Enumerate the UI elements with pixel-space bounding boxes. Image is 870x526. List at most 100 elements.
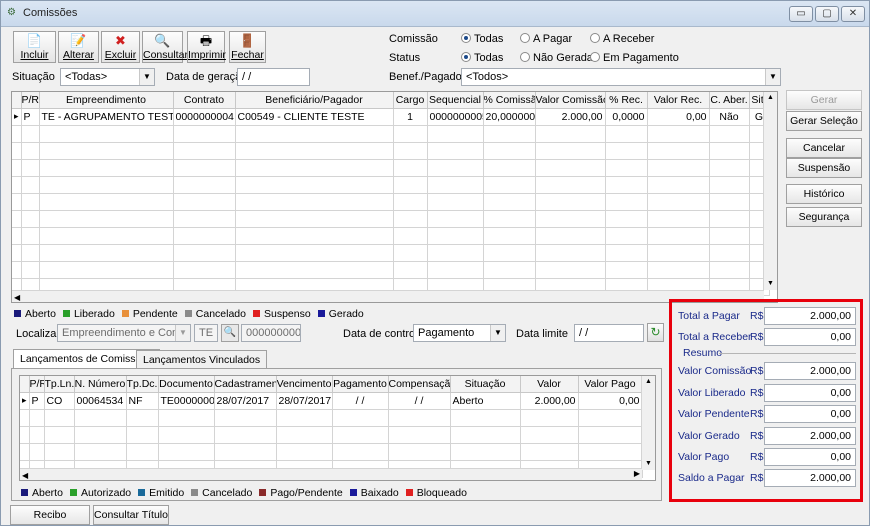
search-icon[interactable]: 🔍	[221, 324, 239, 342]
seguranca-button[interactable]: Segurança	[786, 207, 862, 227]
table-cell[interactable]: TE000000004	[158, 392, 215, 410]
chevron-down-icon[interactable]: ▼	[765, 69, 780, 85]
radio-dot[interactable]	[590, 33, 600, 43]
close-button[interactable]: ✕	[841, 6, 865, 22]
radio-a-receber[interactable]: A Receber	[590, 33, 654, 45]
column-header[interactable]: Valor Rec.	[647, 92, 710, 109]
column-header[interactable]: Compensação	[388, 376, 451, 393]
lancamentos-grid[interactable]: P/RTp.Ln.N. NúmeroTp.Dc.DocumentoCadastr…	[19, 375, 656, 481]
table-cell[interactable]: 2.000,00	[535, 108, 606, 126]
chevron-down-icon[interactable]: ▼	[490, 325, 505, 341]
scroll-up-icon[interactable]: ▲	[642, 376, 655, 388]
localizar-field-select[interactable]: Empreendimento e Contrato ▼	[57, 324, 191, 342]
column-header[interactable]: C. Aber.	[709, 92, 750, 109]
column-header[interactable]: N. Número	[74, 376, 127, 393]
column-header[interactable]: Empreendimento	[39, 92, 174, 109]
scroll-down-icon[interactable]: ▼	[764, 278, 777, 290]
table-cell[interactable]: Não	[709, 108, 750, 126]
benef-select[interactable]: <Todos> ▼	[461, 68, 781, 86]
table-cell[interactable]: NF	[126, 392, 159, 410]
table-cell[interactable]: 20,000000	[483, 108, 536, 126]
column-header[interactable]: Valor Pago	[578, 376, 643, 393]
column-header[interactable]: % Rec.	[605, 92, 648, 109]
recibo-individual-button[interactable]: Recibo Individual	[10, 505, 90, 525]
table-cell[interactable]: / /	[332, 392, 389, 410]
table-cell[interactable]: 0,0000	[605, 108, 648, 126]
consultar-button[interactable]: 🔍 Consultar	[142, 31, 188, 63]
radio-dot[interactable]	[461, 33, 471, 43]
localizar-contract-input[interactable]: 0000000004	[241, 324, 301, 342]
column-header[interactable]: Beneficiário/Pagador	[235, 92, 394, 109]
radio-todas[interactable]: Todas	[461, 52, 503, 64]
sub-vscrollbar[interactable]: ▲ ▼	[641, 376, 655, 470]
column-header[interactable]: Documento	[158, 376, 215, 393]
table-cell[interactable]: 0,00	[578, 392, 643, 410]
sub-hscrollbar[interactable]: ◀ ▶	[20, 468, 642, 480]
column-header[interactable]: % Comissão	[483, 92, 536, 109]
table-cell[interactable]: Aberto	[450, 392, 521, 410]
excluir-button[interactable]: ✖ Excluir	[101, 31, 140, 63]
column-header[interactable]: Situação	[450, 376, 521, 393]
column-header[interactable]: Valor	[520, 376, 579, 393]
commissions-grid[interactable]: P/R Empreendimento Contrato Beneficiário/Pa…	[11, 91, 778, 303]
scroll-down-icon[interactable]: ▼	[642, 458, 655, 470]
data-geracao-input[interactable]: / /	[237, 68, 310, 86]
radio-dot[interactable]	[520, 52, 530, 62]
grid-vscrollbar[interactable]: ▲ ▼	[763, 92, 777, 290]
column-header[interactable]: Contrato	[173, 92, 236, 109]
alterar-button[interactable]: 📝 Alterar	[58, 31, 99, 63]
column-header[interactable]: Pagamento	[332, 376, 389, 393]
localizar-code-input[interactable]: TE	[194, 324, 218, 342]
radio-a-pagar[interactable]: A Pagar	[520, 33, 572, 45]
minimize-button[interactable]: ▭	[789, 6, 813, 22]
table-cell[interactable]: C00549 - CLIENTE TESTE	[235, 108, 394, 126]
radio-dot[interactable]	[520, 33, 530, 43]
column-header[interactable]: P/R	[29, 376, 45, 393]
table-cell[interactable]: 0,00	[647, 108, 710, 126]
table-cell[interactable]: 00064534	[74, 392, 127, 410]
scroll-up-icon[interactable]: ▲	[764, 92, 777, 104]
incluir-button[interactable]: 📄 Incluir	[13, 31, 56, 63]
table-cell[interactable]: 28/07/2017	[214, 392, 277, 410]
scroll-right-icon[interactable]: ▶	[634, 469, 640, 478]
radio-dot[interactable]	[461, 52, 471, 62]
table-row[interactable]: ▸PCO00064534NFTE00000000428/07/201728/07…	[20, 392, 643, 410]
cancelar-geracao-button[interactable]: Cancelar Geração	[786, 138, 862, 172]
table-cell[interactable]: 0000000005	[427, 108, 484, 126]
table-cell[interactable]: 1	[393, 108, 428, 126]
fechar-button[interactable]: 🚪 Fechar	[229, 31, 266, 63]
gerar-selecao-button[interactable]: Gerar Seleção	[786, 111, 862, 131]
restore-button[interactable]: ▢	[815, 6, 839, 22]
column-header[interactable]: Valor Comissão	[535, 92, 606, 109]
scroll-left-icon[interactable]: ◀	[12, 293, 20, 302]
chevron-down-icon[interactable]: ▼	[175, 325, 190, 341]
column-header[interactable]: Cargo	[393, 92, 428, 109]
column-header[interactable]: Tp.Dc.	[126, 376, 159, 393]
column-header[interactable]: Vencimento	[276, 376, 333, 393]
consultar-titulo-button[interactable]: Consultar Título	[93, 505, 169, 525]
gerar-individual-button[interactable]: Gerar Individual	[786, 90, 862, 124]
column-header[interactable]: Cadastramento	[214, 376, 277, 393]
data-controle-select[interactable]: Pagamento ▼	[413, 324, 506, 342]
data-limite-input[interactable]: / /	[574, 324, 644, 342]
column-header[interactable]: Sequencial	[427, 92, 484, 109]
table-cell[interactable]: TE - AGRUPAMENTO TESTE	[39, 108, 174, 126]
column-header[interactable]: P/R	[21, 92, 40, 109]
column-header[interactable]: Tp.Ln.	[44, 376, 75, 393]
radio-todas[interactable]: Todas	[461, 33, 503, 45]
grid-hscrollbar[interactable]: ◀	[12, 290, 764, 302]
suspensao-button[interactable]: Suspensão	[786, 158, 862, 178]
table-cell[interactable]: 0000000004	[173, 108, 236, 126]
historico-button[interactable]: Histórico	[786, 184, 862, 204]
table-cell[interactable]: P	[29, 392, 45, 410]
table-cell[interactable]: / /	[388, 392, 451, 410]
chevron-down-icon[interactable]: ▼	[139, 69, 154, 85]
refresh-icon[interactable]: ↻	[647, 323, 664, 342]
scroll-left-icon[interactable]: ◀	[20, 471, 28, 480]
radio-em-pagamento[interactable]: Em Pagamento	[590, 52, 679, 64]
radio-dot[interactable]	[590, 52, 600, 62]
situacao-select[interactable]: <Todas> ▼	[60, 68, 155, 86]
table-row[interactable]: ▸ P TE - AGRUPAMENTO TESTE 0000000004 C00549…	[12, 108, 770, 126]
imprimir-button[interactable]: 🖶 Imprimir	[187, 31, 226, 63]
table-cell[interactable]: CO	[44, 392, 75, 410]
